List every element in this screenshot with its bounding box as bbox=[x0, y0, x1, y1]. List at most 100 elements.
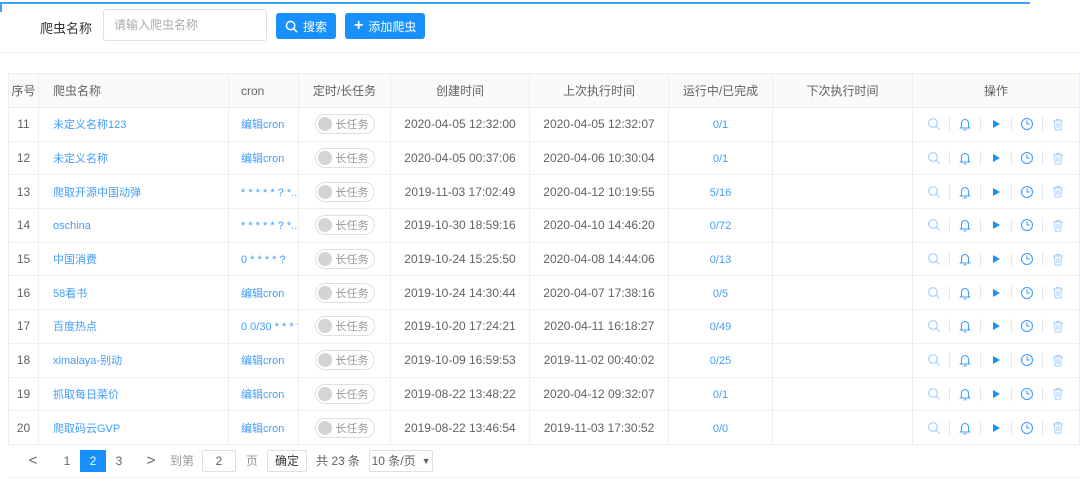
long-task-toggle[interactable]: 长任务 bbox=[314, 282, 375, 303]
spider-name-link[interactable]: 抓取每日菜价 bbox=[53, 389, 119, 401]
cron-link[interactable]: 编辑cron bbox=[241, 423, 284, 435]
play-action-button[interactable] bbox=[981, 117, 1012, 132]
play-action-button[interactable] bbox=[981, 252, 1012, 267]
run-status-link[interactable]: 0/1 bbox=[713, 389, 728, 401]
confirm-button[interactable]: 确定 bbox=[267, 449, 308, 472]
bell-action-button[interactable] bbox=[950, 386, 981, 401]
play-action-button[interactable] bbox=[981, 353, 1012, 368]
search-action-button[interactable] bbox=[919, 420, 950, 435]
long-task-toggle[interactable]: 长任务 bbox=[314, 383, 375, 404]
prev-page-button[interactable]: < bbox=[20, 450, 46, 472]
bell-action-button[interactable] bbox=[950, 151, 981, 166]
clock-action-button[interactable] bbox=[1012, 117, 1043, 132]
search-action-button[interactable] bbox=[919, 151, 950, 166]
goto-page-input[interactable]: 2 bbox=[202, 449, 237, 472]
long-task-toggle[interactable]: 长任务 bbox=[314, 350, 375, 371]
bell-action-button[interactable] bbox=[950, 353, 981, 368]
run-status-link[interactable]: 0/1 bbox=[713, 119, 728, 131]
search-action-button[interactable] bbox=[919, 117, 950, 132]
long-task-toggle[interactable]: 长任务 bbox=[314, 417, 375, 438]
trash-action-button[interactable] bbox=[1043, 252, 1074, 266]
run-status-link[interactable]: 0/0 bbox=[713, 423, 728, 435]
trash-action-button[interactable] bbox=[1043, 185, 1074, 199]
trash-action-button[interactable] bbox=[1043, 117, 1074, 131]
run-status-link[interactable]: 5/16 bbox=[710, 187, 731, 199]
run-status-link[interactable]: 0/72 bbox=[710, 220, 731, 232]
clock-action-button[interactable] bbox=[1012, 151, 1043, 166]
run-status-link[interactable]: 0/49 bbox=[710, 321, 731, 333]
trash-action-button[interactable] bbox=[1043, 151, 1074, 165]
page-2[interactable]: 2 bbox=[80, 449, 106, 472]
clock-action-button[interactable] bbox=[1012, 218, 1043, 233]
spider-name-link[interactable]: 爬取码云GVP bbox=[53, 423, 120, 435]
trash-action-button[interactable] bbox=[1043, 218, 1074, 232]
cron-link[interactable]: 0 0/30 * * * ? bbox=[241, 321, 298, 333]
spider-name-link[interactable]: ximalaya-别动 bbox=[53, 355, 122, 367]
search-action-button[interactable] bbox=[919, 386, 950, 401]
cron-link[interactable]: 编辑cron bbox=[241, 288, 284, 300]
long-task-toggle[interactable]: 长任务 bbox=[314, 148, 375, 169]
trash-action-button[interactable] bbox=[1043, 319, 1074, 333]
trash-action-button[interactable] bbox=[1043, 421, 1074, 435]
long-task-toggle[interactable]: 长任务 bbox=[314, 215, 375, 236]
long-task-toggle[interactable]: 长任务 bbox=[314, 181, 375, 202]
trash-action-button[interactable] bbox=[1043, 353, 1074, 367]
trash-action-button[interactable] bbox=[1043, 387, 1074, 401]
play-action-button[interactable] bbox=[981, 218, 1012, 233]
cron-link[interactable]: * * * * * ? *... bbox=[241, 220, 298, 232]
next-page-button[interactable]: > bbox=[138, 450, 164, 472]
spider-name-link[interactable]: 爬取开源中国动弹 bbox=[53, 187, 141, 199]
cron-link[interactable]: 0 * * * * ? bbox=[241, 254, 286, 266]
play-action-button[interactable] bbox=[981, 420, 1012, 435]
play-action-button[interactable] bbox=[981, 151, 1012, 166]
bell-action-button[interactable] bbox=[950, 184, 981, 199]
clock-action-button[interactable] bbox=[1012, 184, 1043, 199]
long-task-toggle[interactable]: 长任务 bbox=[314, 316, 375, 337]
bell-action-button[interactable] bbox=[950, 218, 981, 233]
add-spider-button[interactable]: + 添加爬虫 bbox=[345, 13, 426, 39]
cron-link[interactable]: 编辑cron bbox=[241, 119, 284, 131]
bell-action-button[interactable] bbox=[950, 420, 981, 435]
page-3[interactable]: 3 bbox=[106, 450, 132, 472]
page-size-select[interactable]: 10 条/页 ▼ bbox=[369, 449, 434, 472]
bell-action-button[interactable] bbox=[950, 117, 981, 132]
search-action-button[interactable] bbox=[919, 353, 950, 368]
spider-name-link[interactable]: 中国消费 bbox=[53, 254, 97, 266]
trash-action-button[interactable] bbox=[1043, 286, 1074, 300]
long-task-toggle[interactable]: 长任务 bbox=[314, 114, 375, 135]
clock-action-button[interactable] bbox=[1012, 285, 1043, 300]
clock-action-button[interactable] bbox=[1012, 252, 1043, 267]
bell-action-button[interactable] bbox=[950, 285, 981, 300]
spider-name-link[interactable]: 未定义名称123 bbox=[53, 119, 126, 131]
run-status-link[interactable]: 0/5 bbox=[713, 288, 728, 300]
cron-link[interactable]: 编辑cron bbox=[241, 153, 284, 165]
play-action-button[interactable] bbox=[981, 386, 1012, 401]
spider-name-input[interactable] bbox=[103, 9, 267, 41]
long-task-toggle[interactable]: 长任务 bbox=[314, 249, 375, 270]
clock-action-button[interactable] bbox=[1012, 386, 1043, 401]
bell-action-button[interactable] bbox=[950, 252, 981, 267]
play-action-button[interactable] bbox=[981, 184, 1012, 199]
clock-action-button[interactable] bbox=[1012, 420, 1043, 435]
search-action-button[interactable] bbox=[919, 319, 950, 334]
cron-link[interactable]: 编辑cron bbox=[241, 389, 284, 401]
spider-name-link[interactable]: oschina bbox=[53, 220, 91, 232]
search-button[interactable]: 搜索 bbox=[276, 13, 337, 39]
play-action-button[interactable] bbox=[981, 319, 1012, 334]
bell-action-button[interactable] bbox=[950, 319, 981, 334]
spider-name-link[interactable]: 未定义名称 bbox=[53, 153, 108, 165]
search-action-button[interactable] bbox=[919, 184, 950, 199]
run-status-link[interactable]: 0/13 bbox=[710, 254, 731, 266]
play-action-button[interactable] bbox=[981, 285, 1012, 300]
spider-name-link[interactable]: 百度热点 bbox=[53, 321, 97, 333]
search-action-button[interactable] bbox=[919, 218, 950, 233]
spider-name-link[interactable]: 58看书 bbox=[53, 288, 87, 300]
cron-link[interactable]: 编辑cron bbox=[241, 355, 284, 367]
cron-link[interactable]: * * * * * ? *... bbox=[241, 187, 298, 199]
clock-action-button[interactable] bbox=[1012, 353, 1043, 368]
page-1[interactable]: 1 bbox=[54, 450, 80, 472]
run-status-link[interactable]: 0/1 bbox=[713, 153, 728, 165]
search-action-button[interactable] bbox=[919, 285, 950, 300]
clock-action-button[interactable] bbox=[1012, 319, 1043, 334]
search-action-button[interactable] bbox=[919, 252, 950, 267]
